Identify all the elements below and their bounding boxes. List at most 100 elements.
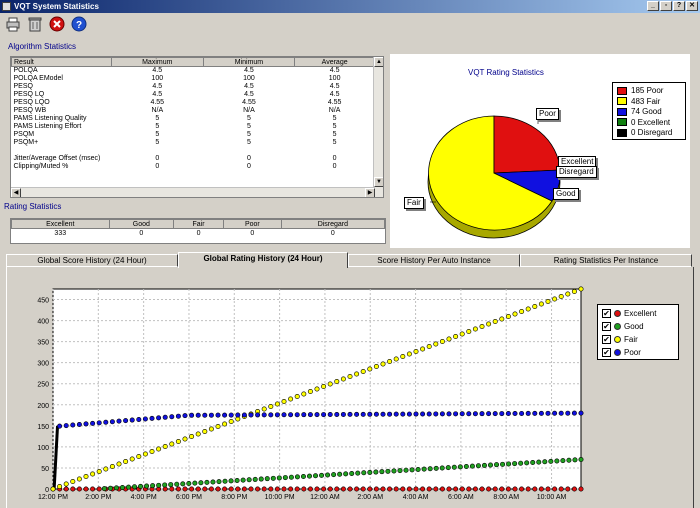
rating-value-poor: 0 <box>250 229 255 237</box>
algorithm-statistics-table[interactable]: Result Maximum Minimum Average POLQA 4.5 4… <box>10 56 384 198</box>
table-row[interactable] <box>12 147 375 155</box>
table-row[interactable]: PESQ LQO 4.55 4.55 4.55 <box>12 99 375 107</box>
tab-global-rating-history[interactable]: Global Rating History (24 Hour) <box>178 252 348 268</box>
data-point-poor <box>90 420 96 426</box>
data-point-poor <box>57 423 63 429</box>
series-toggle-checkbox[interactable]: ✔ <box>602 322 611 332</box>
data-point-excellent <box>189 486 195 492</box>
print-button[interactable] <box>4 15 22 33</box>
data-point-good <box>373 469 379 475</box>
data-point-good <box>506 461 512 467</box>
data-point-excellent <box>354 486 360 492</box>
scroll-down-button[interactable]: ▼ <box>374 177 383 187</box>
data-point-excellent <box>255 486 261 492</box>
data-point-poor <box>103 419 109 425</box>
data-point-good <box>427 466 433 472</box>
data-point-good <box>451 464 457 470</box>
table-cell: 5 <box>332 139 337 146</box>
data-point-fair <box>301 391 307 397</box>
tab-global-score-history[interactable]: Global Score History (24 Hour) <box>6 254 178 267</box>
data-point-fair <box>492 318 498 324</box>
data-point-poor <box>552 410 558 416</box>
data-point-good <box>168 482 174 488</box>
data-point-poor <box>241 412 247 418</box>
data-point-good <box>264 476 270 482</box>
data-point-fair <box>307 389 313 395</box>
data-point-excellent <box>393 486 399 492</box>
col-header-average[interactable]: Average <box>294 57 375 67</box>
table-row[interactable]: PSQM 5 5 5 <box>12 131 375 139</box>
x-tick-label: 10:00 PM <box>265 494 295 501</box>
table-row[interactable]: Jitter/Average Offset (msec) 0 0 0 <box>12 155 375 163</box>
x-tick-label: 12:00 PM <box>38 494 68 501</box>
table-row[interactable]: PESQ LQ 4.5 4.5 4.5 <box>12 91 375 99</box>
data-point-excellent <box>380 486 386 492</box>
col-header-result[interactable]: Result <box>11 57 112 67</box>
rating-statistics-table[interactable]: Excellent Good Fair Poor Disregard 333 0 0 0 0 <box>10 218 386 244</box>
data-point-good <box>524 460 530 466</box>
stop-button[interactable] <box>48 15 66 33</box>
scroll-left-button[interactable]: ◀ <box>11 188 21 197</box>
data-point-good <box>548 458 554 464</box>
data-point-fair <box>321 384 327 390</box>
data-point-fair <box>400 354 406 360</box>
history-legend: ✔ Excellent ✔ Good ✔ Fair ✔ Poor <box>597 304 679 360</box>
table-cell: 0 <box>332 155 337 162</box>
rating-header-disregard[interactable]: Disregard <box>280 219 385 229</box>
y-tick-label: 50 <box>41 466 49 473</box>
data-point-fair <box>347 374 353 380</box>
data-point-excellent <box>479 486 485 492</box>
data-point-fair <box>169 441 175 447</box>
data-point-good <box>288 474 294 480</box>
close-icon <box>49 16 65 32</box>
series-toggle-checkbox[interactable]: ✔ <box>602 335 611 345</box>
data-point-excellent <box>294 486 300 492</box>
scroll-right-button[interactable]: ▶ <box>365 188 375 197</box>
rating-header-fair[interactable]: Fair <box>173 219 224 229</box>
data-point-poor <box>367 411 373 417</box>
x-tick-label: 4:00 AM <box>403 494 429 501</box>
help-button[interactable]: ? <box>70 15 88 33</box>
y-tick-label: 400 <box>37 319 49 326</box>
data-point-excellent <box>334 486 340 492</box>
close-window-button[interactable]: ✕ <box>686 1 698 11</box>
table-row[interactable]: Clipping/Muted % 0 0 0 <box>12 163 375 171</box>
table-row[interactable]: PAMS Listening Quality 5 5 5 <box>12 115 375 123</box>
scroll-up-button[interactable]: ▲ <box>374 57 383 67</box>
col-header-minimum[interactable]: Minimum <box>202 57 296 67</box>
col-header-maximum[interactable]: Maximum <box>110 57 204 67</box>
tab-score-history-per-instance[interactable]: Score History Per Auto Instance <box>348 254 520 267</box>
data-point-good <box>349 471 355 477</box>
table-row[interactable]: PESQ 4.5 4.5 4.5 <box>12 83 375 91</box>
algo-vertical-scrollbar[interactable]: ▲ ▼ <box>373 57 383 197</box>
series-toggle-checkbox[interactable]: ✔ <box>602 348 611 358</box>
data-point-fair <box>109 464 115 470</box>
data-point-fair <box>156 446 162 452</box>
restore-button[interactable]: ▫ <box>660 1 672 11</box>
table-row[interactable]: PSQM+ 5 5 5 <box>12 139 375 147</box>
tab-rating-statistics-per-instance[interactable]: Rating Statistics Per Instance <box>520 254 692 267</box>
table-cell <box>111 147 203 155</box>
help-title-button[interactable]: ? <box>673 1 685 11</box>
table-row[interactable]: PESQ WB N/A N/A N/A <box>12 107 375 115</box>
table-cell: PAMS Listening Quality <box>13 115 87 122</box>
algo-horizontal-scrollbar[interactable]: ◀ ▶ <box>11 187 375 197</box>
data-point-fair <box>70 479 76 485</box>
table-cell: 5 <box>246 139 251 146</box>
rating-header-poor[interactable]: Poor <box>222 219 282 229</box>
table-row[interactable]: POLQA 4.5 4.5 4.5 <box>12 67 375 76</box>
data-point-fair <box>373 364 379 370</box>
data-point-fair <box>129 456 135 462</box>
delete-button[interactable] <box>26 15 44 33</box>
rating-header-excellent[interactable]: Excellent <box>11 219 110 229</box>
pie-slice-poor <box>493 115 561 174</box>
x-tick-label: 2:00 PM <box>85 494 111 501</box>
data-point-fair <box>571 288 577 294</box>
data-point-poor <box>255 412 261 418</box>
minimize-button[interactable]: _ <box>647 1 659 11</box>
series-toggle-checkbox[interactable]: ✔ <box>602 309 611 319</box>
table-row[interactable]: PAMS Listening Effort 5 5 5 <box>12 123 375 131</box>
table-row[interactable]: POLQA EModel 100 100 100 <box>12 75 375 83</box>
rating-value-fair: 0 <box>196 229 201 237</box>
rating-header-good[interactable]: Good <box>108 219 175 229</box>
